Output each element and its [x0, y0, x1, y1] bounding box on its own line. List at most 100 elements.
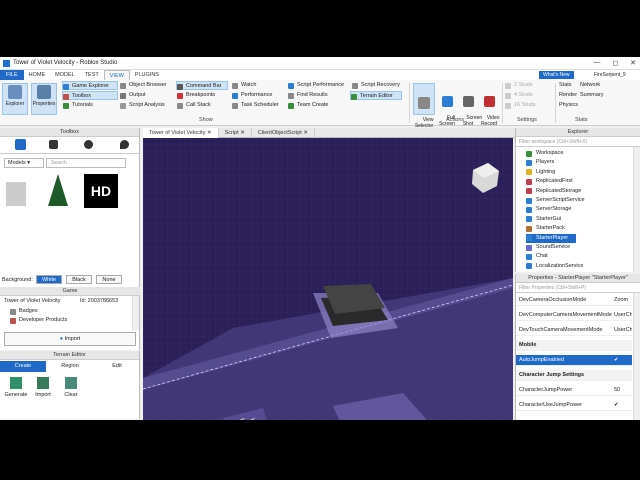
import-button[interactable]: ● Import [4, 332, 136, 346]
task-scheduler-button[interactable]: Task Scheduler [232, 101, 279, 110]
network-stats-button[interactable]: Network [571, 81, 600, 90]
property-row[interactable]: DevTouchCameraMovementMode UserCh [516, 325, 632, 336]
script-analysis-button[interactable]: Script Analysis [120, 101, 165, 110]
property-value[interactable]: Zoom [614, 295, 628, 305]
explorer-item[interactable]: LocalizationService [526, 262, 583, 271]
tab-create[interactable]: Create [0, 361, 46, 372]
explorer-item[interactable]: Lighting [526, 168, 555, 177]
explorer-item[interactable]: StarterPlayer [526, 233, 577, 243]
explorer-item[interactable]: SoundService [526, 243, 570, 252]
tab-view[interactable]: VIEW [103, 70, 130, 80]
explorer-item[interactable]: StarterGui [526, 215, 561, 224]
full-screen-button[interactable]: Full Screen [437, 83, 457, 127]
user-name[interactable]: FireSerpent_9 [594, 70, 626, 80]
tree-model-thumbnail[interactable] [48, 174, 68, 206]
minimize-button[interactable]: — [593, 59, 600, 67]
explorer-item[interactable]: ServerStorage [526, 205, 571, 214]
script-recovery-button[interactable]: Script Recovery [352, 81, 400, 90]
property-row[interactable]: CharacterJumpPower 50 [516, 385, 632, 396]
command-bar-button[interactable]: Command Bar [176, 81, 228, 90]
explorer-button[interactable]: Explorer [2, 83, 28, 115]
explorer-filter-input[interactable]: Filter workspace (Ctrl+Shift+X) [516, 137, 640, 147]
game-explorer-scrollbar[interactable] [132, 296, 139, 330]
property-category[interactable]: Mobile [516, 340, 632, 351]
explorer-item[interactable]: StarterPack [526, 224, 565, 233]
model-thumbnail[interactable] [6, 182, 26, 206]
properties-scrollbar[interactable] [633, 293, 640, 420]
toolbox-button[interactable]: Toolbox [62, 91, 118, 100]
property-value[interactable]: ✔ [614, 400, 619, 410]
explorer-item[interactable]: ReplicatedFirst [526, 177, 573, 186]
stats-button[interactable]: Stats [550, 81, 572, 90]
tab-plugins[interactable]: PLUGINS [130, 70, 164, 80]
service-icon [526, 244, 532, 251]
physics-stats-button[interactable]: Physics [550, 101, 578, 110]
screen-shot-button[interactable]: Screen Shot [458, 83, 482, 127]
team-create-button[interactable]: Team Create [288, 101, 329, 110]
property-value[interactable]: 50 [614, 385, 620, 395]
badges-item[interactable]: Badges [10, 307, 38, 316]
breakpoints-button[interactable]: Breakpoints [177, 91, 215, 100]
property-row[interactable]: DevCameraOcclusionMode Zoom [516, 295, 632, 306]
tab-edit[interactable]: Edit [94, 361, 140, 372]
close-button[interactable]: ✕ [630, 59, 636, 67]
properties-filter-input[interactable]: Filter Properties (Ctrl+Shift+P) [516, 283, 640, 293]
tab-place[interactable]: Tower of Violet Velocity ✕ [143, 128, 219, 138]
generate-tool[interactable]: Generate [4, 377, 28, 398]
toolbox-category-select[interactable]: Models ▾ [4, 158, 44, 168]
property-value[interactable]: UserCh [614, 325, 632, 335]
explorer-item[interactable]: ReplicatedStorage [526, 187, 581, 196]
tab-home[interactable]: HOME [24, 70, 51, 80]
tab-model[interactable]: MODEL [50, 70, 80, 80]
property-row[interactable]: CharacterUseJumpPower ✔ [516, 400, 632, 411]
creations-pin-tab-icon[interactable] [120, 140, 129, 149]
property-value[interactable]: ✔ [614, 355, 619, 365]
bg-none-option[interactable]: None [96, 275, 122, 284]
import-terrain-tool[interactable]: Import [31, 377, 55, 398]
explorer-item[interactable]: Chat [526, 252, 548, 261]
explorer-item[interactable]: ServerScriptService [526, 196, 585, 205]
script-performance-button[interactable]: Script Performance [288, 81, 344, 90]
video-record-button[interactable]: Video Record [478, 83, 500, 127]
explorer-item[interactable]: Workspace [526, 149, 563, 158]
game-explorer-button[interactable]: Game Explorer [62, 81, 118, 90]
recent-clock-tab-icon[interactable] [84, 140, 93, 149]
tab-test[interactable]: TEST [80, 70, 104, 80]
developer-products-item[interactable]: Developer Products [10, 316, 67, 325]
inventory-grid-tab-icon[interactable] [49, 140, 58, 149]
tab-client-object-script[interactable]: ClientObjectScript ✕ [252, 128, 315, 138]
maximize-button[interactable]: ◻ [612, 59, 618, 67]
call-stack-button[interactable]: Call Stack [177, 101, 211, 110]
property-row[interactable]: AutoJumpEnabled ✔ [516, 355, 632, 366]
whats-new-button[interactable]: What's New [539, 71, 574, 79]
watch-button[interactable]: Watch [232, 81, 256, 90]
explorer-item[interactable]: Players [526, 158, 554, 167]
tutorials-button[interactable]: Tutorials [63, 101, 93, 110]
object-browser-button[interactable]: Object Browser [120, 81, 167, 90]
properties-button[interactable]: Properties [31, 83, 57, 115]
grid-16-studs-option[interactable]: 16 Studs [505, 101, 536, 110]
toolbox-search-input[interactable]: Search [46, 158, 126, 168]
find-results-button[interactable]: Find Results [288, 91, 328, 100]
terrain-editor-button[interactable]: Terrain Editor [350, 91, 402, 100]
explorer-scrollbar[interactable] [633, 147, 640, 272]
tab-script[interactable]: Script ✕ [219, 128, 252, 138]
3d-viewport[interactable]: < < [143, 138, 513, 420]
property-category[interactable]: Character Jump Settings [516, 370, 632, 381]
output-button[interactable]: Output [120, 91, 146, 100]
window-title: Tower of Violet Velocity - Roblox Studio [13, 60, 118, 66]
marketplace-tab-icon[interactable] [15, 139, 26, 150]
property-row[interactable]: DevComputerCameraMovementMode UserCh [516, 310, 632, 321]
bg-white-option[interactable]: White [36, 275, 62, 284]
bg-black-option[interactable]: Black [66, 275, 92, 284]
grid-4-studs-option[interactable]: 4 Studs [505, 91, 533, 100]
hd-model-thumbnail[interactable]: HD [84, 174, 118, 208]
view-selector-button[interactable]: View Selector [413, 83, 435, 129]
performance-button[interactable]: Performance [232, 91, 273, 100]
summary-stats-button[interactable]: Summary [571, 91, 604, 100]
grid-2-studs-option[interactable]: 2 Studs [505, 81, 533, 90]
file-menu[interactable]: FILE [0, 70, 24, 80]
property-value[interactable]: UserCh [614, 310, 632, 320]
clear-terrain-tool[interactable]: Clear [59, 377, 83, 398]
tab-region[interactable]: Region [47, 361, 93, 372]
